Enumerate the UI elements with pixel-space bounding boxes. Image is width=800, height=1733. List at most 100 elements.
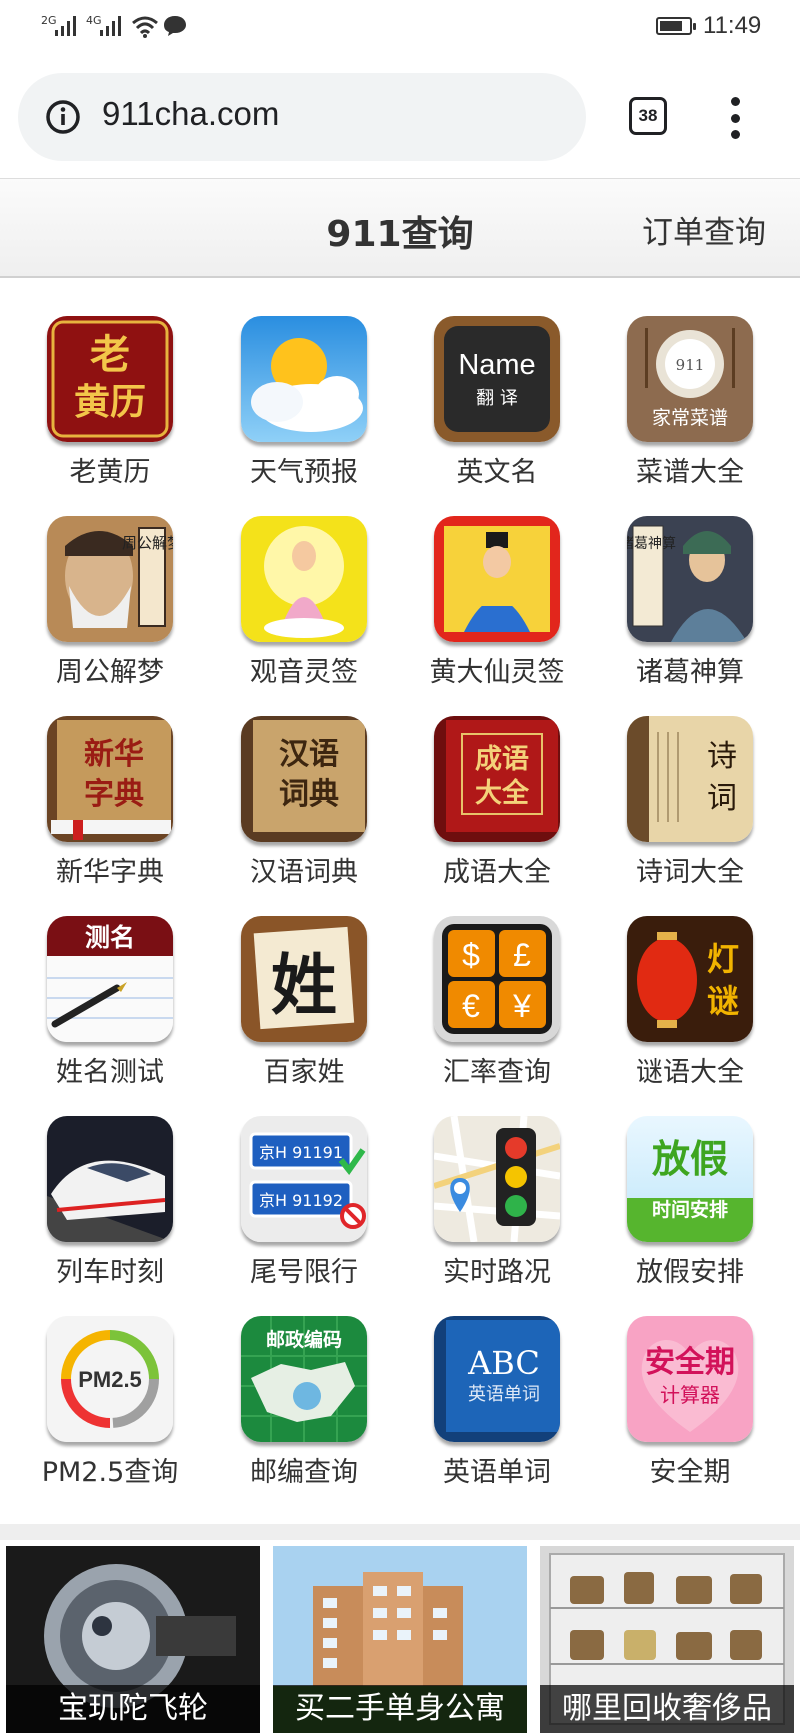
app-item[interactable]: 灯 谜 谜语大全 [593, 900, 787, 1100]
app-label: 安全期 [649, 1457, 731, 1488]
poetry-scroll-icon[interactable]: 诗 词 [627, 716, 753, 842]
tile-text: 计算器 [660, 1383, 720, 1407]
app-label: 英文名 [456, 457, 538, 488]
xinhua-dictionary-icon[interactable]: 新华 字典 [47, 716, 173, 842]
battery-icon [656, 17, 696, 35]
app-item[interactable]: 新华 字典 新华字典 [13, 700, 207, 900]
postcode-map-icon[interactable]: 邮政编码 [241, 1316, 367, 1442]
app-label: 诸葛神算 [636, 657, 744, 688]
app-item[interactable]: 诸葛神算 诸葛神算 [593, 500, 787, 700]
ad-card[interactable]: 宝玑陀飞轮 [6, 1546, 260, 1733]
tile-text: 新华 [84, 737, 144, 772]
app-item[interactable]: 测名 姓名测试 [13, 900, 207, 1100]
app-item[interactable]: PM2.5 PM2.5查询 [13, 1300, 207, 1500]
app-label: 百家姓 [263, 1057, 345, 1088]
app-item[interactable]: 黄大仙灵签 [400, 500, 594, 700]
site-header: 911查询 订单查询 [0, 178, 800, 278]
tile-text: 家常菜谱 [652, 407, 728, 429]
app-item[interactable]: 列车时刻 [13, 1100, 207, 1300]
ad-caption: 宝玑陀飞轮 [6, 1685, 260, 1733]
license-plate-icon[interactable]: 京H 91191 京H 91192 [241, 1116, 367, 1242]
english-name-icon[interactable]: Name 翻 译 [434, 316, 560, 442]
tile-text: 大全 [475, 777, 530, 809]
ad-card[interactable]: 买二手单身公寓 [273, 1546, 527, 1733]
info-icon[interactable] [45, 99, 81, 135]
tile-text: ¥ [512, 988, 531, 1024]
huangdaxian-icon[interactable] [434, 516, 560, 642]
english-words-book-icon[interactable]: ABC 英语单词 [434, 1316, 560, 1442]
app-label: 菜谱大全 [636, 457, 744, 488]
traffic-light-icon[interactable] [434, 1116, 560, 1242]
guanyin-icon[interactable] [241, 516, 367, 642]
ad-caption: 哪里回收奢侈品 [540, 1685, 794, 1733]
signal-strength-icon-2 [100, 14, 121, 36]
browser-menu-icon[interactable] [729, 97, 741, 139]
pm25-gauge-icon[interactable]: PM2.5 [47, 1316, 173, 1442]
tab-switcher-button[interactable]: 38 [629, 97, 667, 135]
zhuge-icon[interactable]: 诸葛神算 [627, 516, 753, 642]
app-label: 诗词大全 [636, 857, 744, 888]
chinese-dictionary-icon[interactable]: 汉语 词典 [241, 716, 367, 842]
dream-icon[interactable]: 周公解梦 [47, 516, 173, 642]
tile-text: 英语单词 [468, 1384, 540, 1405]
tile-text: 灯 [707, 940, 739, 978]
tile-text: 放假 [652, 1137, 728, 1181]
app-item[interactable]: 实时路况 [400, 1100, 594, 1300]
tile-text: 词 [707, 781, 737, 816]
tile-text: PM2.5 [78, 1367, 142, 1392]
app-item[interactable]: 天气预报 [207, 300, 401, 500]
ad-caption: 买二手单身公寓 [273, 1685, 527, 1733]
currency-icon[interactable]: $ £ € ¥ [434, 916, 560, 1042]
idiom-book-icon[interactable]: 成语 大全 [434, 716, 560, 842]
tile-text: ABC [467, 1344, 540, 1382]
riddle-lantern-icon[interactable]: 灯 谜 [627, 916, 753, 1042]
tile-text: 周公解梦 [122, 534, 173, 552]
name-test-icon[interactable]: 测名 [47, 916, 173, 1042]
tile-text: 字典 [84, 777, 144, 812]
tile-text: 黄历 [74, 381, 146, 423]
app-item[interactable]: 成语 大全 成语大全 [400, 700, 594, 900]
app-item[interactable]: 周公解梦 周公解梦 [13, 500, 207, 700]
app-label: 放假安排 [636, 1257, 744, 1288]
app-item[interactable]: 老 黄历 老黄历 [13, 300, 207, 500]
app-label: 新华字典 [56, 857, 164, 888]
tile-text: $ [462, 937, 480, 973]
app-item[interactable]: Name 翻 译 英文名 [400, 300, 594, 500]
ad-card[interactable]: 哪里回收奢侈品 [540, 1546, 794, 1733]
app-label: 姓名测试 [56, 1057, 164, 1088]
app-label: 观音灵签 [250, 657, 358, 688]
app-label: PM2.5查询 [41, 1457, 179, 1488]
section-divider [0, 1524, 800, 1540]
app-label: 邮编查询 [250, 1457, 358, 1488]
app-item[interactable]: 汉语 词典 汉语词典 [207, 700, 401, 900]
app-item[interactable]: 观音灵签 [207, 500, 401, 700]
order-query-link[interactable]: 订单查询 [642, 207, 766, 252]
holiday-icon[interactable]: 放假 时间安排 [627, 1116, 753, 1242]
recipe-icon[interactable]: 911 家常菜谱 [627, 316, 753, 442]
huangli-icon[interactable]: 老 黄历 [47, 316, 173, 442]
tile-text: 测名 [85, 923, 135, 952]
app-item[interactable]: 911 家常菜谱 菜谱大全 [593, 300, 787, 500]
tile-text: 谜 [707, 982, 739, 1020]
weather-icon[interactable] [241, 316, 367, 442]
address-bar[interactable]: 911cha.com [18, 73, 586, 161]
safe-period-icon[interactable]: 安全期 计算器 [627, 1316, 753, 1442]
tile-text: £ [513, 937, 531, 973]
url-text[interactable]: 911cha.com [102, 95, 279, 133]
app-label: 谜语大全 [636, 1057, 744, 1088]
app-item[interactable]: 邮政编码 邮编查询 [207, 1300, 401, 1500]
train-icon[interactable] [47, 1116, 173, 1242]
surname-icon[interactable]: 姓 [241, 916, 367, 1042]
app-item[interactable]: $ £ € ¥ 汇率查询 [400, 900, 594, 1100]
tile-text: 邮政编码 [266, 1328, 342, 1351]
app-item[interactable]: 京H 91191 京H 91192 尾号限行 [207, 1100, 401, 1300]
status-time: 11:49 [703, 12, 762, 39]
app-item[interactable]: 姓 百家姓 [207, 900, 401, 1100]
tile-text: 诸葛神算 [627, 536, 676, 552]
app-item[interactable]: 放假 时间安排 放假安排 [593, 1100, 787, 1300]
app-item[interactable]: 安全期 计算器 安全期 [593, 1300, 787, 1500]
app-item[interactable]: ABC 英语单词 英语单词 [400, 1300, 594, 1500]
app-item[interactable]: 诗 词 诗词大全 [593, 700, 787, 900]
tile-text: 词典 [279, 777, 339, 812]
status-bar: 2G 4G 11:49 [0, 0, 800, 56]
